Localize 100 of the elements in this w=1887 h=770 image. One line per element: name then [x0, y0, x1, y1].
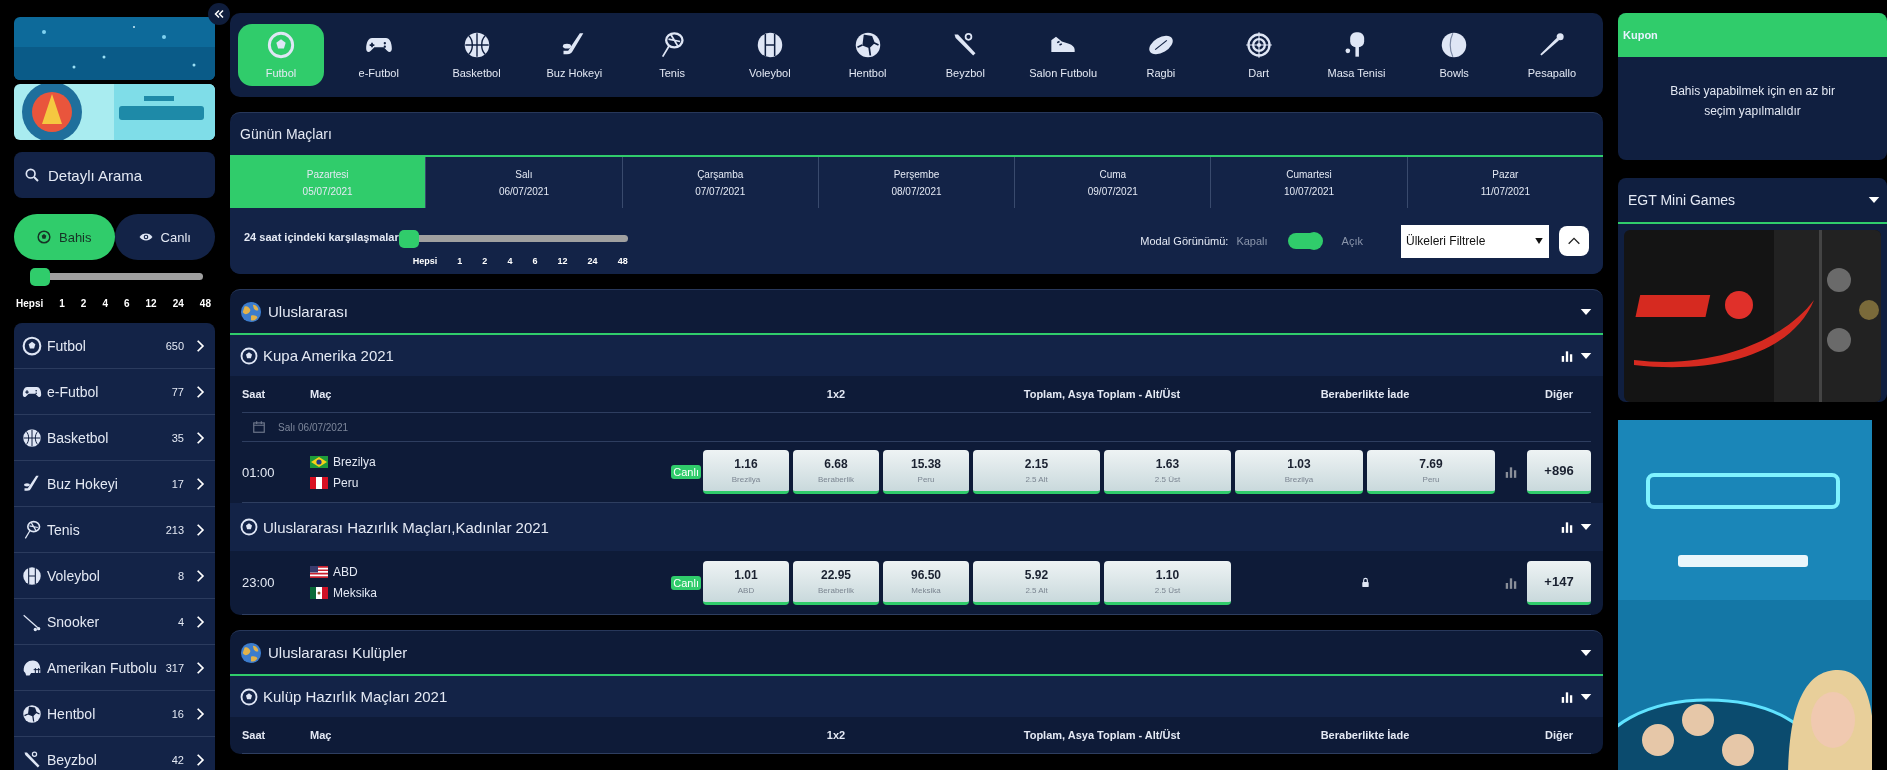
odds-button[interactable]: 22.95 Beraberlik [793, 560, 879, 605]
event-count: 77 [171, 385, 184, 398]
sport-name: Amerikan Futbolu [47, 659, 158, 676]
slider-label: 24 [172, 298, 184, 309]
match-time: 01:00 [242, 464, 276, 480]
calendar-icon [252, 420, 266, 434]
collapse-button[interactable] [1559, 226, 1589, 256]
odds-button[interactable]: 1.16 Brezilya [703, 450, 789, 494]
more-markets-button[interactable]: +896 [1527, 450, 1591, 494]
sport-tab[interactable]: Beyzbol [922, 24, 1009, 86]
group-title: Uluslararası [268, 303, 349, 320]
soccer-ball-icon [240, 346, 258, 365]
panel-title: EGT Mini Games [1628, 192, 1736, 208]
odds-button[interactable]: 2.15 2.5 Alt [973, 450, 1100, 494]
sport-name: Snooker [47, 613, 101, 630]
sport-tab[interactable]: Pesapallo [1508, 24, 1595, 86]
flag-icon [310, 455, 328, 468]
sport-name: e-Futbol [47, 383, 100, 400]
sport-tab[interactable]: Tenis [629, 24, 716, 86]
ball-icon [1440, 31, 1469, 59]
baseball-bat-icon [22, 749, 42, 770]
bar-chart-icon[interactable] [1560, 520, 1574, 534]
sport-tab[interactable]: Basketbol [433, 24, 520, 86]
odds-button[interactable]: 7.69 Peru [1367, 450, 1495, 494]
more-markets-button[interactable]: +147 [1527, 560, 1591, 605]
column-header: Toplam, Asya Toplam - Alt/Üst [1022, 388, 1182, 400]
sport-tab[interactable]: Masa Tenisi [1313, 24, 1400, 86]
sport-tab[interactable]: e-Futbol [335, 24, 422, 86]
slider-label: 6 [124, 298, 130, 309]
odds-button[interactable]: 96.50 Meksika [883, 560, 969, 605]
sport-item[interactable]: Basketbol 35 [14, 415, 215, 461]
slider[interactable] [398, 230, 628, 248]
odds-button[interactable]: 1.03 Brezilya [1235, 450, 1363, 494]
slider-label: 4 [102, 298, 108, 309]
sport-tab[interactable]: Ragbi [1117, 24, 1204, 86]
sport-item[interactable]: Buz Hokeyi 17 [14, 461, 215, 507]
sport-name: Voleybol [47, 567, 101, 584]
column-header: Diğer [1543, 388, 1575, 400]
toggle-off-label: Kapalı [1236, 235, 1268, 247]
mode-tab[interactable]: Canlı [114, 214, 215, 260]
column-header: 1x2 [825, 388, 847, 400]
live-badge: Canlı [671, 465, 701, 479]
column-header: Saat [242, 388, 267, 400]
slider-thumb[interactable] [398, 230, 419, 248]
event-count: 4 [177, 615, 184, 628]
odds-button[interactable]: 5.92 2.5 Alt [973, 560, 1100, 605]
collapse-button[interactable] [208, 3, 230, 25]
flag-icon [310, 587, 328, 599]
sport-tab[interactable]: Dart [1215, 24, 1302, 86]
sport-tab[interactable]: Voleybol [726, 24, 813, 86]
mode-tab[interactable]: Bahis [14, 214, 115, 260]
sport-item[interactable]: Tenis 213 [14, 507, 215, 553]
flag-icon [310, 476, 328, 489]
sport-tab[interactable]: Salon Futbolu [1020, 24, 1107, 86]
slider-label: 6 [532, 256, 538, 266]
column-header: 1x2 [825, 729, 847, 741]
event-count: 35 [171, 431, 184, 444]
slider-label: 24 [587, 256, 598, 266]
event-count: 650 [165, 339, 184, 352]
soccer-ball-icon [37, 230, 51, 244]
sport-item[interactable]: e-Futbol 77 [14, 369, 215, 415]
sport-item[interactable]: Snooker 4 [14, 599, 215, 645]
sport-item[interactable]: Hentbol 16 [14, 691, 215, 737]
event-count: 8 [177, 569, 184, 582]
soccer-ball-icon [240, 518, 258, 536]
odds-button[interactable]: 1.01 ABD [703, 560, 789, 605]
event-count: 16 [171, 707, 184, 720]
group-title: Uluslararası Kulüpler [268, 644, 408, 661]
slider-thumb[interactable] [30, 268, 50, 286]
coupon-message: Bahis yapabilmek için en az bir seçim yapılmalıdır [1669, 83, 1836, 120]
globe-icon [240, 300, 262, 323]
bar-chart-icon[interactable] [1560, 348, 1574, 363]
bar-chart-icon[interactable] [1560, 689, 1574, 704]
slider[interactable] [30, 268, 203, 286]
slider-label: 1 [457, 256, 463, 266]
sport-name: Hentbol [47, 705, 97, 722]
sport-tab[interactable]: Hentbol [824, 24, 911, 86]
search-button[interactable]: Detaylı Arama [14, 152, 215, 198]
column-header: Beraberlikte İade [1319, 729, 1411, 741]
sport-item[interactable]: Beyzbol 42 [14, 737, 215, 770]
league-title: Uluslararası Hazırlık Maçları,Kadınlar 2021 [263, 518, 550, 536]
column-header: Toplam, Asya Toplam - Alt/Üst [1022, 729, 1182, 741]
sport-name: Futbol [47, 337, 87, 354]
sport-tab[interactable]: Bowls [1411, 24, 1498, 86]
odds-button[interactable]: 15.38 Peru [883, 450, 969, 494]
odds-button[interactable]: 6.68 Beraberlik [793, 450, 879, 494]
toggle-switch[interactable] [1287, 233, 1322, 249]
country-select[interactable]: Ülkeleri Filtrele [1401, 224, 1549, 258]
sport-name: Beyzbol [47, 751, 98, 768]
team-name: ABD [333, 565, 358, 579]
sport-item[interactable]: Voleybol 8 [14, 553, 215, 599]
column-header: Maç [310, 729, 333, 741]
odds-button[interactable]: 1.10 2.5 Üst [1104, 560, 1231, 605]
sport-item[interactable]: Futbol 650 [14, 323, 215, 369]
basketball-icon [22, 427, 42, 448]
sport-item[interactable]: Amerikan Futbolu 317 [14, 645, 215, 691]
league-title: Kupa Amerika 2021 [263, 347, 395, 364]
odds-button[interactable]: 1.63 2.5 Üst [1104, 450, 1231, 494]
sport-tab[interactable]: Buz Hokeyi [531, 24, 618, 86]
toggle-on-label: Açık [1341, 235, 1363, 247]
